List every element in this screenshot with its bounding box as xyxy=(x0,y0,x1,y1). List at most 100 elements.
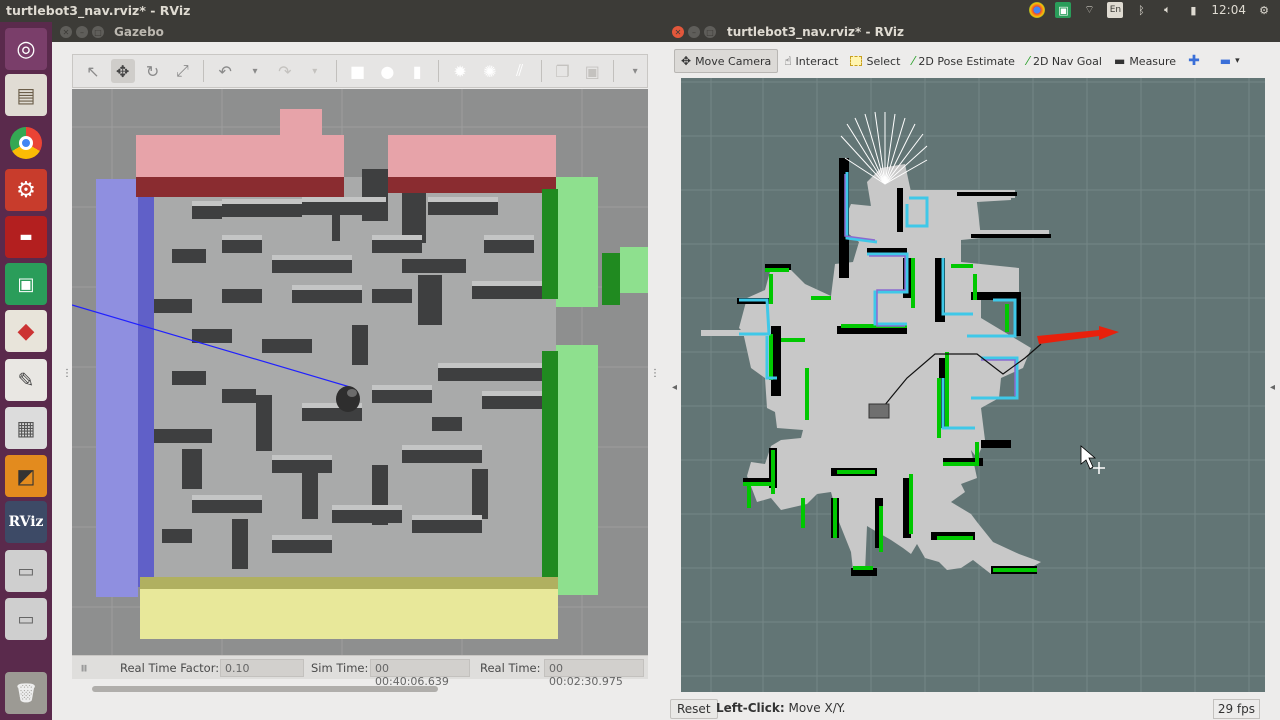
terminal-icon[interactable]: ▬ xyxy=(5,216,47,258)
remove-tool-button[interactable]: ▬ ▾ xyxy=(1214,49,1246,73)
plus-icon: ✚ xyxy=(1188,53,1200,69)
rotate-icon[interactable]: ↻ xyxy=(141,59,165,83)
green-box xyxy=(620,247,648,293)
wall-red-top xyxy=(280,109,322,139)
gear-icon[interactable]: ⚙ xyxy=(1256,2,1272,18)
rviz-icon[interactable]: RViz xyxy=(5,501,47,543)
gazebo-title: Gazebo xyxy=(114,25,164,39)
battery-icon[interactable]: ▮ xyxy=(1185,2,1201,18)
splitter-handle[interactable]: ◂ xyxy=(1270,382,1275,393)
more-icon[interactable]: ▾ xyxy=(623,59,647,83)
box-shape-icon[interactable]: ■ xyxy=(346,59,370,83)
minimize-icon[interactable]: – xyxy=(76,26,88,38)
select-icon xyxy=(850,56,863,66)
disk-icon[interactable]: ▭ xyxy=(5,598,47,640)
chrome-icon[interactable] xyxy=(5,122,47,164)
wall-red-left-face xyxy=(136,177,344,197)
measure-tool[interactable]: ▬ Measure xyxy=(1108,49,1182,73)
maximize-icon[interactable]: □ xyxy=(704,26,716,38)
wifi-icon[interactable]: ⌔ xyxy=(1081,2,1097,18)
gazebo-3d-scene[interactable] xyxy=(72,89,648,669)
turtlebot-robot[interactable] xyxy=(336,386,360,412)
camera-icon[interactable]: ▣ xyxy=(5,263,47,305)
undo-icon[interactable]: ↶ xyxy=(213,59,237,83)
wall-red-right-face xyxy=(388,177,556,193)
pose-estimate-tool[interactable]: ⁄ 2D Pose Estimate xyxy=(906,49,1021,73)
divider xyxy=(203,60,205,82)
tool-label: 2D Pose Estimate xyxy=(918,54,1015,68)
sphere-shape-icon[interactable]: ● xyxy=(375,59,399,83)
copy-icon[interactable]: ❐ xyxy=(551,59,575,83)
system-tray: ▣ ⌔ En ᛒ 🔈︎ ▮ 12:04 ⚙ xyxy=(1029,2,1272,18)
disk-icon[interactable]: ▭ xyxy=(5,550,47,592)
splitter-handle[interactable]: ◂ xyxy=(672,382,677,393)
wall-red-left xyxy=(136,135,344,179)
geometry-icon[interactable]: ◆ xyxy=(5,310,47,352)
select-tool[interactable]: Select xyxy=(844,49,906,73)
tool-label: Select xyxy=(866,54,901,68)
rviz-3d-view[interactable] xyxy=(681,78,1265,692)
nav-goal-tool[interactable]: ⁄ 2D Nav Goal xyxy=(1021,49,1108,73)
wall-yellow-face xyxy=(140,577,558,589)
chevron-down-icon[interactable]: ▾ xyxy=(303,59,327,83)
minus-icon: ▬ xyxy=(1219,54,1232,68)
bluetooth-icon[interactable]: ᛒ xyxy=(1133,2,1149,18)
gazebo-window: ✕ – □ Gazebo ↖ ✥ ↻ ⤢ ↶ ▾ ↷ ▾ ■ ● ▮ ✹ ✺ ⫽… xyxy=(52,22,666,720)
divider xyxy=(335,60,337,82)
robot-footprint[interactable] xyxy=(868,403,890,419)
camera-icon[interactable]: ▣ xyxy=(1055,2,1072,18)
fps-readout: 29 fps xyxy=(1212,699,1260,719)
interact-tool[interactable]: ☝ Interact xyxy=(778,49,844,73)
wall-green-upper-face xyxy=(542,189,558,299)
gazebo-toolbar: ↖ ✥ ↻ ⤢ ↶ ▾ ↷ ▾ ■ ● ▮ ✹ ✺ ⫽ ❐ ▣ ▾ xyxy=(72,54,648,88)
reset-button[interactable]: Reset xyxy=(670,699,718,719)
chevron-down-icon: ▾ xyxy=(1235,56,1240,66)
move-camera-icon: ✥ xyxy=(681,54,692,68)
minimize-icon[interactable]: – xyxy=(688,26,700,38)
add-tool-button[interactable]: ✚ xyxy=(1182,49,1206,73)
paste-icon[interactable]: ▣ xyxy=(580,59,604,83)
clock[interactable]: 12:04 xyxy=(1211,3,1246,17)
rviz-titlebar: ✕ – □ turtlebot3_nav.rviz* - RViz xyxy=(666,22,1280,42)
move-camera-tool[interactable]: ✥ Move Camera xyxy=(674,49,779,73)
splitter-handle[interactable]: ⋮ xyxy=(62,368,72,379)
real-time-factor-label: Real Time Factor: xyxy=(120,661,220,675)
rviz-window: ✕ – □ turtlebot3_nav.rviz* - RViz ✥ Move… xyxy=(666,22,1280,720)
files-icon[interactable]: ▤ xyxy=(5,74,47,116)
nav-goal-icon: ⁄ xyxy=(1026,54,1029,68)
chrome-icon[interactable] xyxy=(1029,2,1046,18)
hint-text: Move X/Y. xyxy=(788,701,846,715)
spot-light-icon[interactable]: ✺ xyxy=(478,59,502,83)
gazebo-icon[interactable]: ◩ xyxy=(5,455,47,497)
real-time-label: Real Time: xyxy=(480,661,541,675)
divider xyxy=(540,60,542,82)
pose-estimate-icon: ⁄ xyxy=(912,54,915,68)
trash-icon[interactable]: 🗑︎ xyxy=(5,672,47,714)
close-icon[interactable]: ✕ xyxy=(672,26,684,38)
occupancy-map-view[interactable] xyxy=(681,78,1265,692)
keyboard-icon[interactable]: En xyxy=(1107,2,1124,18)
pause-button[interactable]: ⏸ xyxy=(80,658,88,678)
calculator-icon[interactable]: ▦ xyxy=(5,407,47,449)
scale-icon[interactable]: ⤢ xyxy=(170,59,194,83)
close-icon[interactable]: ✕ xyxy=(60,26,72,38)
maze-world[interactable] xyxy=(72,89,648,669)
cylinder-shape-icon[interactable]: ▮ xyxy=(405,59,429,83)
editor-icon[interactable]: ✎ xyxy=(5,359,47,401)
interact-icon: ☝ xyxy=(784,54,792,68)
horizontal-scrollbar[interactable] xyxy=(92,686,438,692)
redo-icon[interactable]: ↷ xyxy=(273,59,297,83)
chevron-down-icon[interactable]: ▾ xyxy=(243,59,267,83)
dash-icon[interactable]: ◎ xyxy=(5,28,47,70)
speaker-icon[interactable]: 🔈︎ xyxy=(1159,2,1175,18)
green-box-face xyxy=(602,253,620,305)
select-arrow-icon[interactable]: ↖ xyxy=(81,59,105,83)
directional-light-icon[interactable]: ⫽ xyxy=(508,59,532,83)
maximize-icon[interactable]: □ xyxy=(92,26,104,38)
settings-icon[interactable]: ⚙ xyxy=(5,169,47,211)
window-title: turtlebot3_nav.rviz* - RViz xyxy=(6,3,191,18)
point-light-icon[interactable]: ✹ xyxy=(448,59,472,83)
splitter-handle[interactable]: ⋮ xyxy=(650,368,660,379)
tool-label: Interact xyxy=(795,54,839,68)
translate-icon[interactable]: ✥ xyxy=(110,59,135,83)
